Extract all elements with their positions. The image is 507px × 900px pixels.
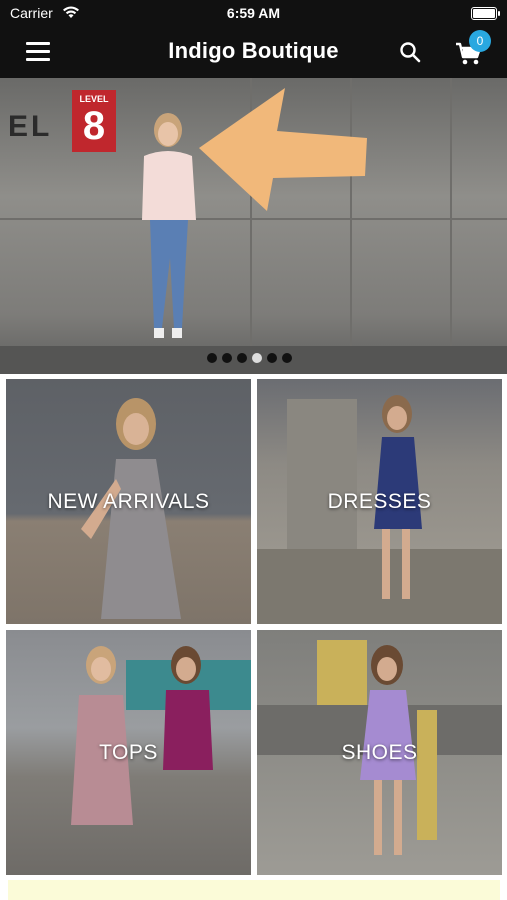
- level-sign: LEVEL 8: [72, 90, 116, 152]
- category-label: SHOES: [341, 740, 418, 764]
- page-title: Indigo Boutique: [168, 38, 339, 63]
- carousel-dot[interactable]: [207, 353, 217, 363]
- category-tile-new-arrivals[interactable]: NEW ARRIVALS: [6, 379, 251, 624]
- hero-model-image: [142, 113, 196, 338]
- battery-icon: [471, 7, 500, 20]
- wall-lettering: EL: [8, 110, 53, 143]
- bottom-banner: [8, 880, 500, 900]
- carousel-dot[interactable]: [267, 353, 277, 363]
- category-label: TOPS: [99, 740, 158, 764]
- painted-arrow-icon: [199, 88, 367, 211]
- nav-bar: Indigo Boutique 0: [0, 26, 507, 78]
- carousel-dot[interactable]: [222, 353, 232, 363]
- carousel-dot-active[interactable]: [252, 353, 262, 363]
- carousel-dot[interactable]: [282, 353, 292, 363]
- category-label: NEW ARRIVALS: [47, 489, 210, 513]
- category-tile-tops[interactable]: TOPS: [6, 630, 251, 875]
- status-bar: Carrier 6:59 AM: [0, 0, 507, 26]
- carousel-dots[interactable]: [207, 353, 292, 365]
- search-icon[interactable]: [398, 40, 422, 64]
- category-tile-shoes[interactable]: SHOES: [257, 630, 502, 875]
- category-tile-dresses[interactable]: DRESSES: [257, 379, 502, 624]
- hero-carousel[interactable]: EL LEVEL 8: [0, 78, 507, 374]
- category-label: DRESSES: [327, 489, 432, 513]
- cart-count-badge: 0: [469, 30, 491, 52]
- clock: 6:59 AM: [226, 5, 281, 21]
- carousel-dot[interactable]: [237, 353, 247, 363]
